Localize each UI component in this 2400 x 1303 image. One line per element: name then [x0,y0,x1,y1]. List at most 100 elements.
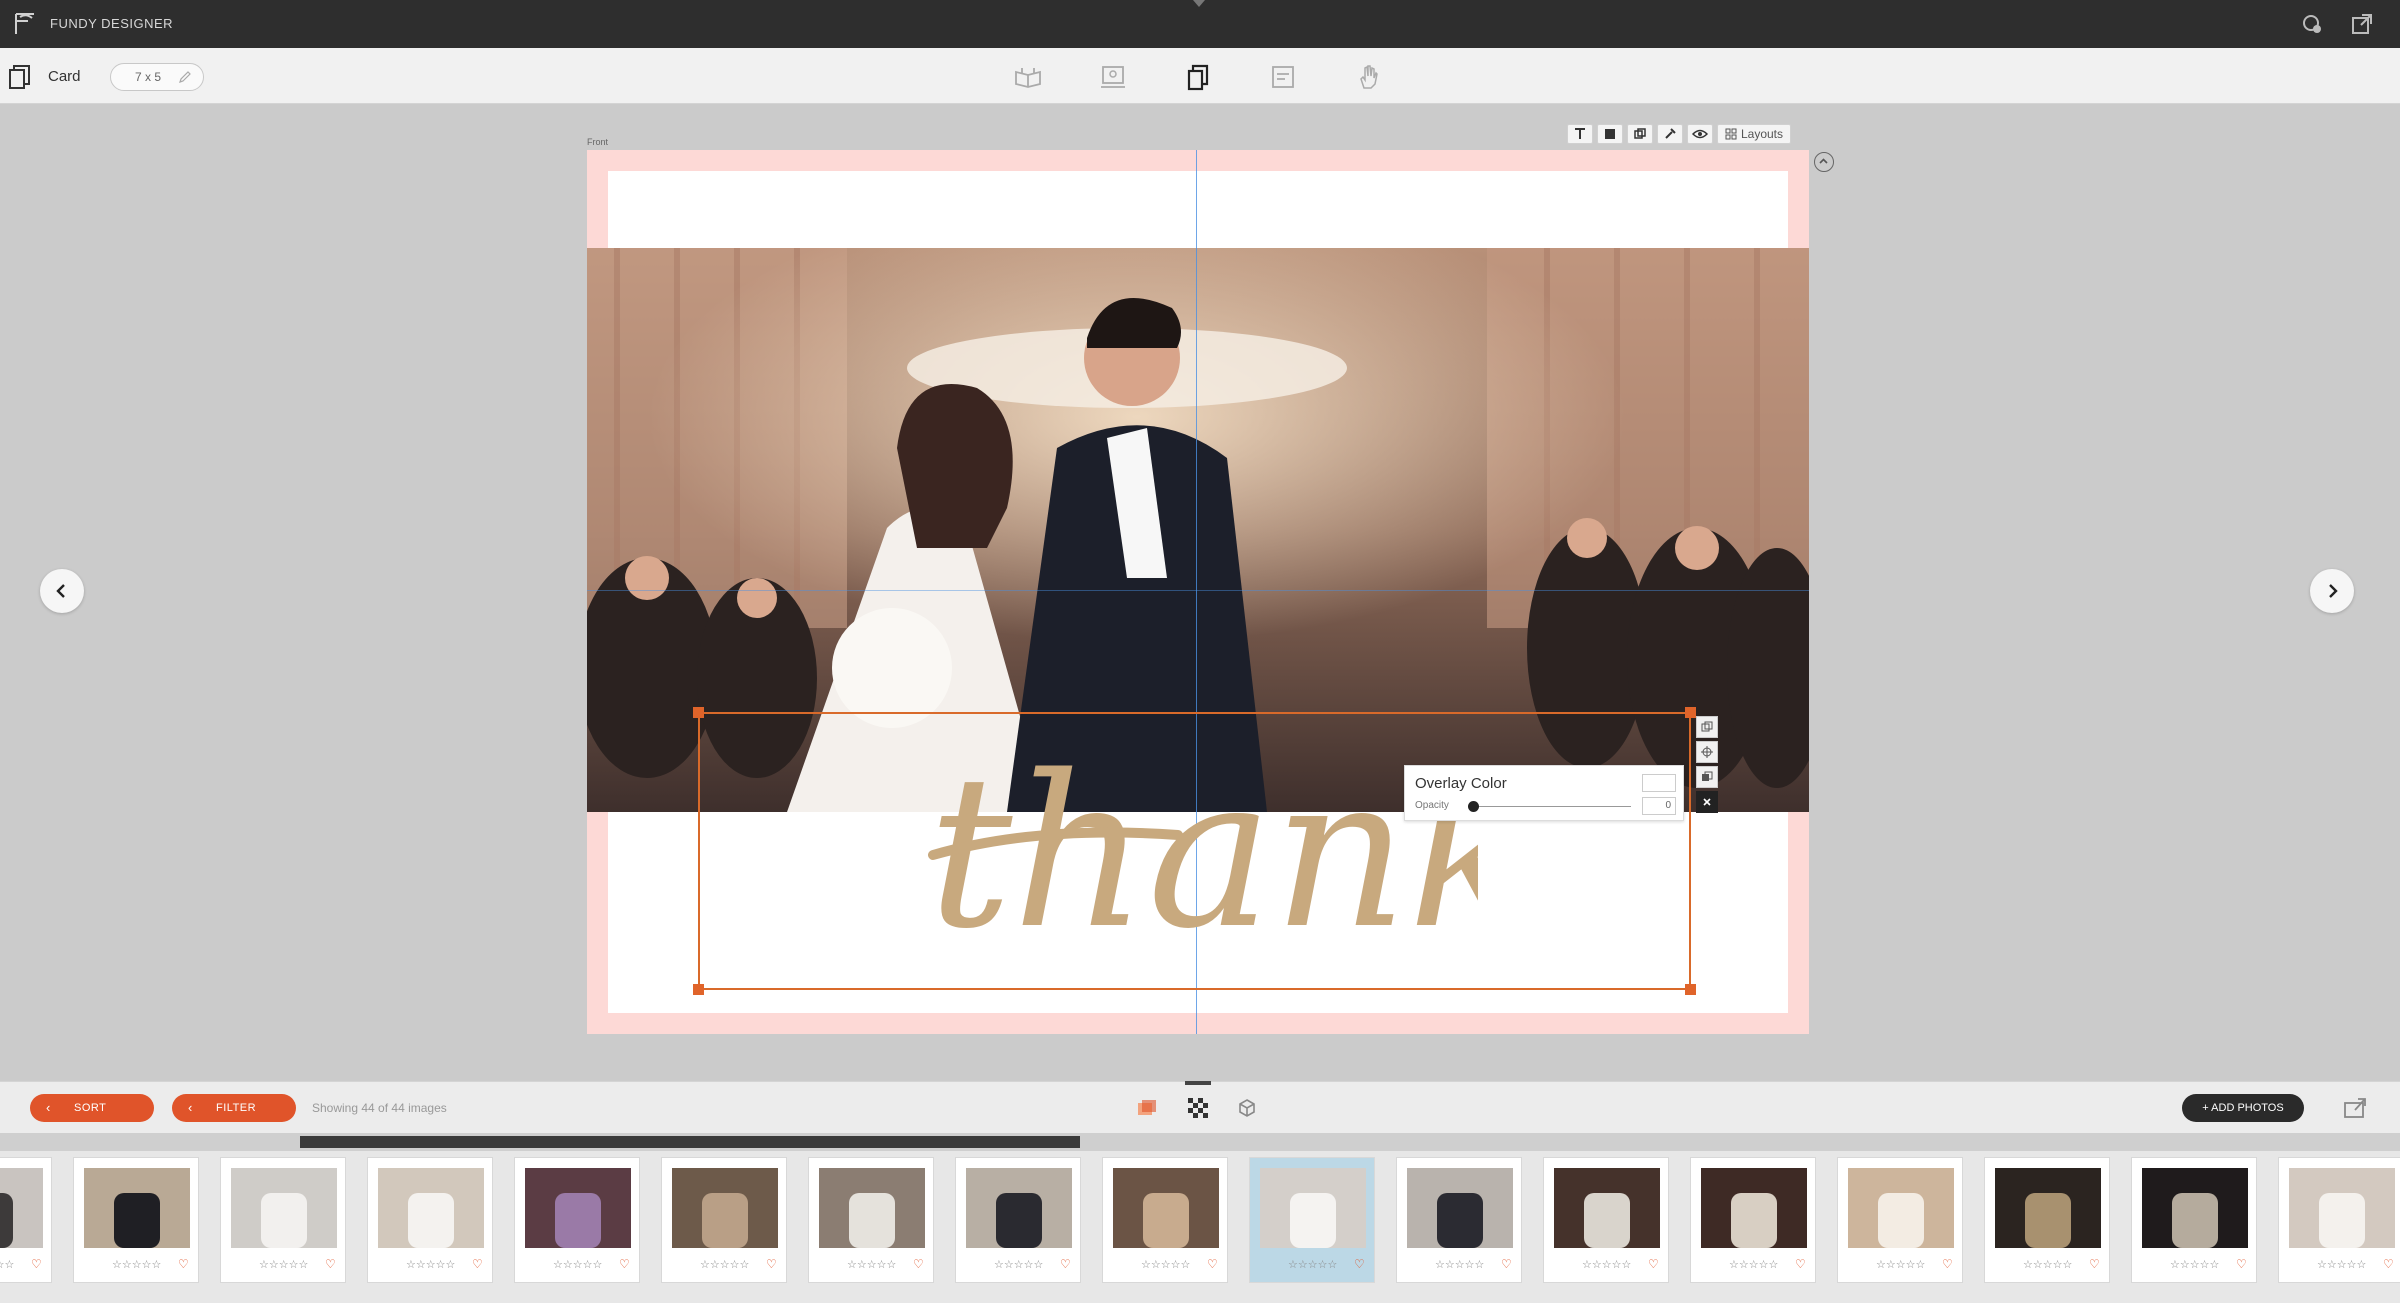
layers-icon [1634,128,1646,139]
card-mode-icon[interactable] [1183,62,1213,92]
color-overlay-button[interactable] [1696,766,1718,788]
heart-icon[interactable]: ♡ [1942,1257,1953,1271]
filmstrip-resize-grip[interactable] [1185,1081,1211,1085]
thumbnail-image [2289,1168,2395,1248]
heart-icon[interactable]: ♡ [472,1257,483,1271]
star-rating[interactable]: ☆☆☆☆☆ [1876,1258,1925,1271]
heart-icon[interactable]: ♡ [2089,1257,2100,1271]
photo-thumbnail[interactable]: ☆☆☆☆☆ ♡ [808,1157,934,1283]
heart-icon[interactable]: ♡ [1795,1257,1806,1271]
opacity-slider-handle[interactable] [1468,801,1479,812]
heart-icon[interactable]: ♡ [1354,1257,1365,1271]
star-rating[interactable]: ☆☆☆☆☆ [1288,1258,1337,1271]
layouts-button[interactable]: Layouts [1717,124,1791,144]
next-page-button[interactable] [2310,569,2354,613]
photo-thumbnail[interactable]: ☆☆☆☆☆ ♡ [73,1157,199,1283]
star-rating[interactable]: ☆☆☆☆☆ [2317,1258,2366,1271]
star-rating[interactable]: ☆☆☆☆☆ [112,1258,161,1271]
window-drag-handle[interactable] [1193,0,1205,7]
photo-thumbnail[interactable]: ☆☆☆☆☆ ♡ [1543,1157,1669,1283]
previous-page-button[interactable] [40,569,84,613]
canvas-options-button[interactable] [1814,152,1834,172]
checker-grid-icon[interactable] [1185,1095,1211,1121]
heart-icon[interactable]: ♡ [1648,1257,1659,1271]
star-rating[interactable]: ☆☆☆☆☆ [0,1258,14,1271]
export-icon[interactable] [2342,1095,2368,1121]
star-rating[interactable]: ☆☆☆☆☆ [700,1258,749,1271]
external-link-icon[interactable] [2350,12,2374,36]
thumbnail-image [231,1168,337,1248]
star-rating[interactable]: ☆☆☆☆☆ [1141,1258,1190,1271]
filmstrip-scroll-thumb[interactable] [300,1136,1080,1148]
gallery-mode-icon[interactable] [1268,62,1298,92]
heart-icon[interactable]: ♡ [619,1257,630,1271]
photo-thumbnail[interactable]: ☆☆☆☆☆ ♡ [1984,1157,2110,1283]
photo-thumbnail[interactable]: ☆☆☆☆☆ ♡ [367,1157,493,1283]
photo-thumbnail[interactable]: ☆☆☆☆☆ ♡ [2278,1157,2400,1283]
heart-icon[interactable]: ♡ [766,1257,777,1271]
photo-thumbnail[interactable]: ☆☆☆☆☆ ♡ [220,1157,346,1283]
close-overlay-button[interactable] [1696,791,1718,813]
settings-sync-icon[interactable] [2300,12,2324,36]
star-rating[interactable]: ☆☆☆☆☆ [2023,1258,2072,1271]
heart-icon[interactable]: ♡ [325,1257,336,1271]
photo-thumbnail[interactable]: ☆☆☆☆☆ ♡ [514,1157,640,1283]
photo-thumbnail[interactable]: ☆☆☆☆☆ ♡ [0,1157,52,1283]
heart-icon[interactable]: ♡ [178,1257,189,1271]
add-photos-button[interactable]: + ADD PHOTOS [2182,1094,2304,1122]
resize-handle-top-right[interactable] [1685,707,1696,718]
photo-thumbnail[interactable]: ☆☆☆☆☆ ♡ [1837,1157,1963,1283]
star-rating[interactable]: ☆☆☆☆☆ [994,1258,1043,1271]
filter-button[interactable]: ‹ FILTER [172,1094,296,1122]
star-rating[interactable]: ☆☆☆☆☆ [1582,1258,1631,1271]
heart-icon[interactable]: ♡ [2236,1257,2247,1271]
overlay-color-swatch[interactable] [1642,774,1676,792]
text-tool-button[interactable] [1567,124,1593,144]
opacity-input[interactable]: 0 [1642,797,1676,815]
preview-button[interactable] [1687,124,1713,144]
heart-icon[interactable]: ♡ [913,1257,924,1271]
sort-button[interactable]: ‹ SORT [30,1094,154,1122]
heart-icon[interactable]: ♡ [1207,1257,1218,1271]
photo-stack-icon[interactable] [1134,1095,1160,1121]
heart-icon[interactable]: ♡ [1501,1257,1512,1271]
star-rating[interactable]: ☆☆☆☆☆ [406,1258,455,1271]
star-rating[interactable]: ☆☆☆☆☆ [847,1258,896,1271]
cube-icon[interactable] [1234,1095,1260,1121]
photo-thumbnail[interactable]: ☆☆☆☆☆ ♡ [2131,1157,2257,1283]
card-size-label: 7 x 5 [135,70,162,84]
thanks-script-overlay[interactable]: thanks [918,705,1478,1005]
photo-thumbnail[interactable]: ☆☆☆☆☆ ♡ [1396,1157,1522,1283]
photo-thumbnail[interactable]: ☆☆☆☆☆ ♡ [1249,1157,1375,1283]
filmstrip-scrollbar[interactable] [0,1133,2400,1151]
card-size-button[interactable]: 7 x 5 [110,63,204,91]
heart-icon[interactable]: ♡ [1060,1257,1071,1271]
star-rating[interactable]: ☆☆☆☆☆ [259,1258,308,1271]
resize-handle-top-left[interactable] [693,707,704,718]
filter-label: FILTER [216,1102,257,1114]
eyedropper-icon [1665,128,1676,139]
heart-icon[interactable]: ♡ [2383,1257,2394,1271]
photo-thumbnail[interactable]: ☆☆☆☆☆ ♡ [661,1157,787,1283]
hand-tool-icon[interactable] [1353,62,1383,92]
photo-thumbnail[interactable]: ☆☆☆☆☆ ♡ [1690,1157,1816,1283]
duplicate-button[interactable] [1696,716,1718,738]
star-rating[interactable]: ☆☆☆☆☆ [1435,1258,1484,1271]
photo-thumbnail[interactable]: ☆☆☆☆☆ ♡ [1102,1157,1228,1283]
thumbnail-image [819,1168,925,1248]
star-rating[interactable]: ☆☆☆☆☆ [1729,1258,1778,1271]
chevron-left-small-icon: ‹ [188,1100,193,1115]
photo-thumbnail[interactable]: ☆☆☆☆☆ ♡ [955,1157,1081,1283]
album-mode-icon[interactable] [1013,62,1043,92]
heart-icon[interactable]: ♡ [31,1257,42,1271]
fill-tool-button[interactable] [1597,124,1623,144]
eyedropper-tool-button[interactable] [1657,124,1683,144]
layers-tool-button[interactable] [1627,124,1653,144]
star-rating[interactable]: ☆☆☆☆☆ [2170,1258,2219,1271]
transform-button[interactable] [1696,741,1718,763]
resize-handle-bottom-left[interactable] [693,984,704,995]
resize-handle-bottom-right[interactable] [1685,984,1696,995]
opacity-slider-track[interactable] [1471,806,1631,807]
star-rating[interactable]: ☆☆☆☆☆ [553,1258,602,1271]
wall-art-mode-icon[interactable] [1098,62,1128,92]
